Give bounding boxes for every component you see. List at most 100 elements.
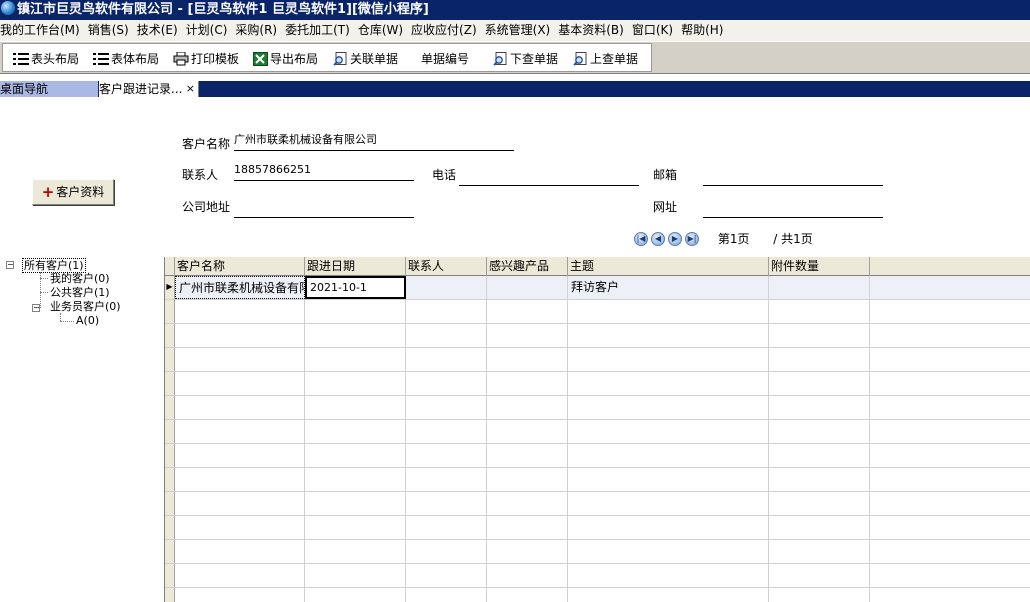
empty-table-row[interactable] xyxy=(165,564,1030,588)
contact-field[interactable]: 18857866251 xyxy=(234,162,414,181)
email-field[interactable] xyxy=(703,167,883,186)
empty-cell[interactable] xyxy=(305,492,406,515)
empty-cell[interactable] xyxy=(769,396,870,419)
empty-cell[interactable] xyxy=(406,468,487,491)
menu-outsourcing[interactable]: 委托加工(T) xyxy=(285,20,350,41)
empty-cell[interactable] xyxy=(175,444,305,467)
empty-cell[interactable] xyxy=(175,588,305,602)
empty-cell[interactable] xyxy=(568,492,769,515)
empty-cell[interactable] xyxy=(487,588,568,602)
empty-cell[interactable] xyxy=(406,444,487,467)
empty-cell[interactable] xyxy=(487,492,568,515)
empty-table-row[interactable] xyxy=(165,396,1030,420)
empty-cell[interactable] xyxy=(305,588,406,602)
empty-cell[interactable] xyxy=(769,324,870,347)
empty-cell[interactable] xyxy=(870,516,1030,539)
customer-name-field[interactable]: 广州市联柔机械设备有限公司 xyxy=(234,132,514,151)
cell-attachment-count[interactable] xyxy=(769,276,870,299)
empty-cell[interactable] xyxy=(568,396,769,419)
empty-cell[interactable] xyxy=(175,348,305,371)
empty-table-row[interactable] xyxy=(165,372,1030,396)
related-doc-button[interactable]: 关联单据 xyxy=(333,50,398,68)
menu-tech[interactable]: 技术(E) xyxy=(137,20,178,41)
first-page-icon[interactable]: |◀ xyxy=(634,232,648,246)
col-contact[interactable]: 联系人 xyxy=(406,257,487,276)
empty-table-row[interactable] xyxy=(165,516,1030,540)
empty-table-row[interactable] xyxy=(165,420,1030,444)
empty-cell[interactable] xyxy=(175,564,305,587)
empty-cell[interactable] xyxy=(487,564,568,587)
empty-cell[interactable] xyxy=(487,348,568,371)
empty-cell[interactable] xyxy=(769,468,870,491)
doc-number-button[interactable]: 单据编号 xyxy=(421,50,469,68)
empty-cell[interactable] xyxy=(870,300,1030,323)
empty-cell[interactable] xyxy=(870,588,1030,602)
menu-sales[interactable]: 销售(S) xyxy=(88,20,129,41)
empty-table-row[interactable] xyxy=(165,468,1030,492)
body-layout-button[interactable]: 表体布局 xyxy=(93,50,159,68)
menu-window[interactable]: 窗口(K) xyxy=(632,20,673,41)
empty-cell[interactable] xyxy=(305,396,406,419)
empty-cell[interactable] xyxy=(487,300,568,323)
empty-cell[interactable] xyxy=(406,300,487,323)
empty-cell[interactable] xyxy=(568,444,769,467)
empty-cell[interactable] xyxy=(870,564,1030,587)
empty-cell[interactable] xyxy=(769,372,870,395)
website-field[interactable] xyxy=(703,199,883,218)
empty-cell[interactable] xyxy=(870,324,1030,347)
empty-cell[interactable] xyxy=(487,444,568,467)
empty-cell[interactable] xyxy=(870,468,1030,491)
prev-page-icon[interactable]: ◀ xyxy=(651,232,665,246)
tree-node-public-customers[interactable]: 公共客户(1) xyxy=(50,286,110,299)
menu-purchase[interactable]: 采购(R) xyxy=(235,20,277,41)
export-layout-button[interactable]: 导出布局 xyxy=(253,50,318,68)
empty-cell[interactable] xyxy=(568,588,769,602)
empty-cell[interactable] xyxy=(769,300,870,323)
col-attachment-count[interactable]: 附件数量 xyxy=(769,257,870,276)
empty-cell[interactable] xyxy=(769,444,870,467)
empty-cell[interactable] xyxy=(487,420,568,443)
empty-cell[interactable] xyxy=(305,324,406,347)
empty-cell[interactable] xyxy=(568,300,769,323)
empty-cell[interactable] xyxy=(305,444,406,467)
menu-basic-data[interactable]: 基本资料(B) xyxy=(558,20,624,41)
next-page-icon[interactable]: ▶ xyxy=(668,232,682,246)
empty-cell[interactable] xyxy=(406,324,487,347)
empty-cell[interactable] xyxy=(305,564,406,587)
col-subject[interactable]: 主题 xyxy=(568,257,769,276)
empty-cell[interactable] xyxy=(769,564,870,587)
empty-cell[interactable] xyxy=(175,372,305,395)
empty-cell[interactable] xyxy=(305,516,406,539)
empty-cell[interactable] xyxy=(305,540,406,563)
empty-cell[interactable] xyxy=(406,564,487,587)
menu-help[interactable]: 帮助(H) xyxy=(681,20,723,41)
empty-cell[interactable] xyxy=(870,540,1030,563)
empty-cell[interactable] xyxy=(870,492,1030,515)
empty-cell[interactable] xyxy=(487,396,568,419)
empty-cell[interactable] xyxy=(568,564,769,587)
empty-cell[interactable] xyxy=(769,492,870,515)
collapse-icon[interactable]: − xyxy=(6,261,14,269)
empty-table-row[interactable] xyxy=(165,444,1030,468)
empty-cell[interactable] xyxy=(305,468,406,491)
empty-cell[interactable] xyxy=(406,540,487,563)
empty-cell[interactable] xyxy=(175,324,305,347)
empty-cell[interactable] xyxy=(769,540,870,563)
tree-node-my-customers[interactable]: 我的客户(0) xyxy=(50,272,110,285)
empty-cell[interactable] xyxy=(769,348,870,371)
empty-cell[interactable] xyxy=(305,372,406,395)
table-row[interactable]: ▶ 广州市联柔机械设备有限 2021-10-1 拜访客户 xyxy=(165,276,1030,300)
empty-cell[interactable] xyxy=(406,516,487,539)
col-customer-name[interactable]: 客户名称 xyxy=(175,257,305,276)
address-field[interactable] xyxy=(234,199,414,218)
empty-cell[interactable] xyxy=(406,588,487,602)
empty-cell[interactable] xyxy=(305,420,406,443)
empty-cell[interactable] xyxy=(487,372,568,395)
empty-cell[interactable] xyxy=(568,516,769,539)
cell-subject[interactable]: 拜访客户 xyxy=(568,276,769,299)
phone-field[interactable] xyxy=(459,167,639,186)
print-template-button[interactable]: 打印模板 xyxy=(173,50,239,68)
empty-cell[interactable] xyxy=(406,372,487,395)
col-followup-date[interactable]: 跟进日期 xyxy=(305,257,406,276)
menu-finance[interactable]: 应收应付(Z) xyxy=(411,20,477,41)
